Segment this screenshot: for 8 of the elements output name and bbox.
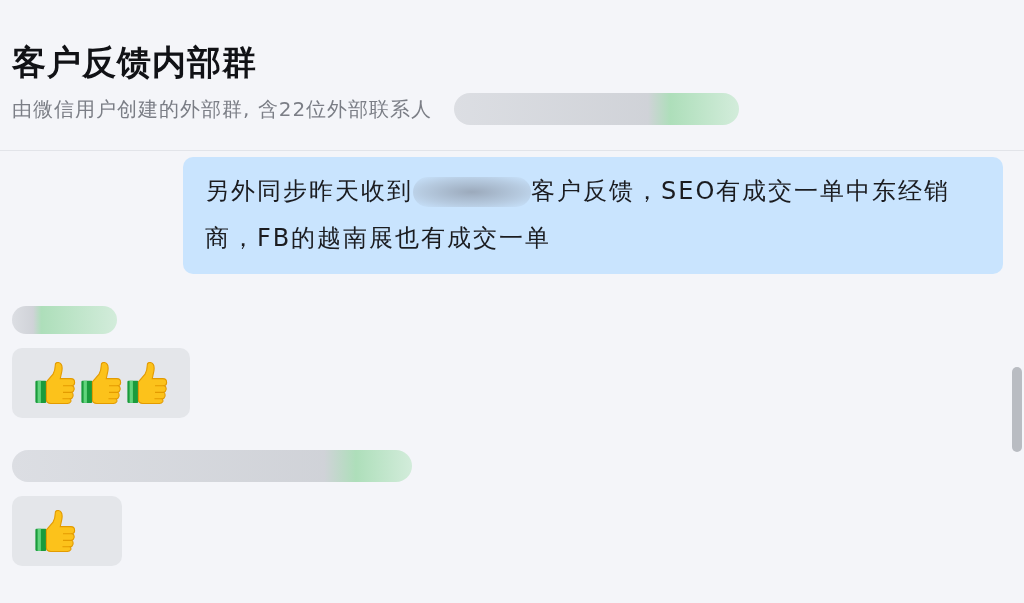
group-description: 由微信用户创建的外部群, 含22位外部联系人 (12, 96, 433, 123)
thumbs-up-icon (34, 510, 76, 552)
message-bubble: 另外同步昨天收到 客户反馈，SEO有成交一单中东经销商，FB的越南展也有成交一单 (183, 157, 1003, 274)
thumbs-up-icon (80, 362, 122, 404)
thumbs-up-icon (34, 362, 76, 404)
chat-title: 客户反馈内部群 (12, 41, 258, 84)
thumbs-up-icon (126, 362, 168, 404)
scrollbar-thumb[interactable] (1012, 367, 1022, 452)
